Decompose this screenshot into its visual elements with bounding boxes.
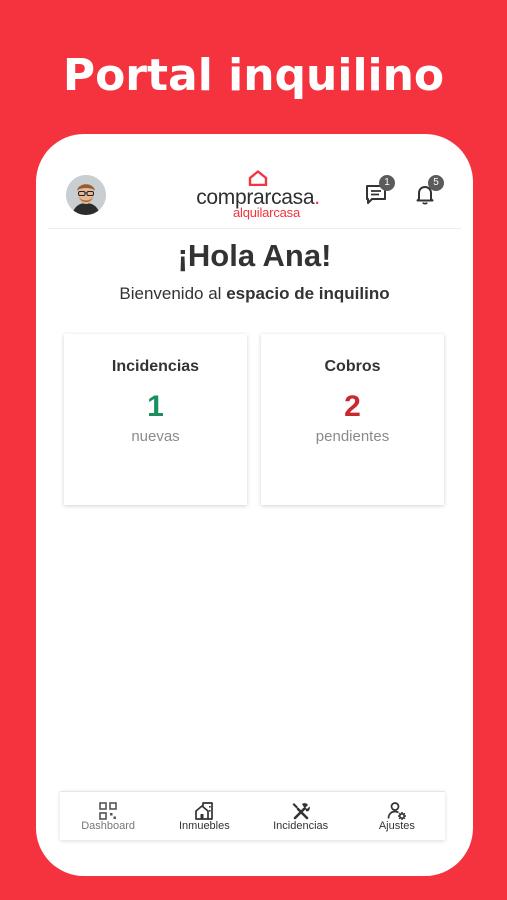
nav-ajustes[interactable]: Ajustes — [349, 792, 445, 840]
user-settings-icon — [387, 802, 406, 820]
notifications-button[interactable]: 5 — [413, 175, 444, 206]
card-value: 2 — [344, 390, 361, 423]
welcome-bold: espacio de inquilino — [226, 284, 390, 303]
avatar-image — [66, 175, 106, 215]
card-title: Cobros — [324, 358, 381, 375]
nav-label: Ajustes — [378, 820, 415, 832]
cobros-card[interactable]: Cobros 2 pendientes — [261, 334, 444, 505]
welcome-prefix: Bienvenido al — [119, 284, 227, 303]
brand-logo: comprarcasa. alquilarcasa — [188, 170, 328, 222]
card-title: Incidencias — [111, 358, 200, 375]
messages-button[interactable]: 1 — [364, 175, 395, 206]
nav-label: Incidencias — [273, 820, 329, 832]
nav-label: Inmuebles — [178, 820, 230, 832]
promo-title: Portal inquilino — [62, 50, 445, 101]
tools-icon — [292, 803, 310, 820]
logo-sub-text: alquilarcasa — [233, 205, 300, 220]
nav-label: Dashboard — [81, 820, 136, 832]
house-logo-icon — [248, 170, 268, 186]
nav-inmuebles[interactable]: Inmuebles — [156, 792, 252, 840]
card-subtitle: pendientes — [315, 428, 390, 445]
property-icon — [195, 802, 214, 820]
nav-incidencias[interactable]: Incidencias — [253, 792, 349, 840]
card-value: 1 — [147, 390, 164, 423]
dashboard-icon — [99, 802, 117, 820]
bottom-nav: Dashboard Inmuebles Incidencias Ajustes — [60, 791, 445, 840]
greeting-title: ¡Hola Ana! — [177, 238, 332, 273]
incidencias-card[interactable]: Incidencias 1 nuevas — [64, 334, 247, 505]
welcome-text: Bienvenido al espacio de inquilino — [36, 284, 473, 304]
user-avatar[interactable] — [66, 175, 106, 215]
phone-screen: comprarcasa. alquilarcasa 1 5 ¡Hola Ana!… — [36, 134, 473, 876]
notifications-badge: 5 — [428, 175, 444, 191]
nav-dashboard[interactable]: Dashboard — [60, 792, 156, 840]
app-header: comprarcasa. alquilarcasa 1 5 — [48, 134, 461, 229]
messages-badge: 1 — [379, 175, 395, 191]
card-subtitle: nuevas — [131, 428, 180, 445]
